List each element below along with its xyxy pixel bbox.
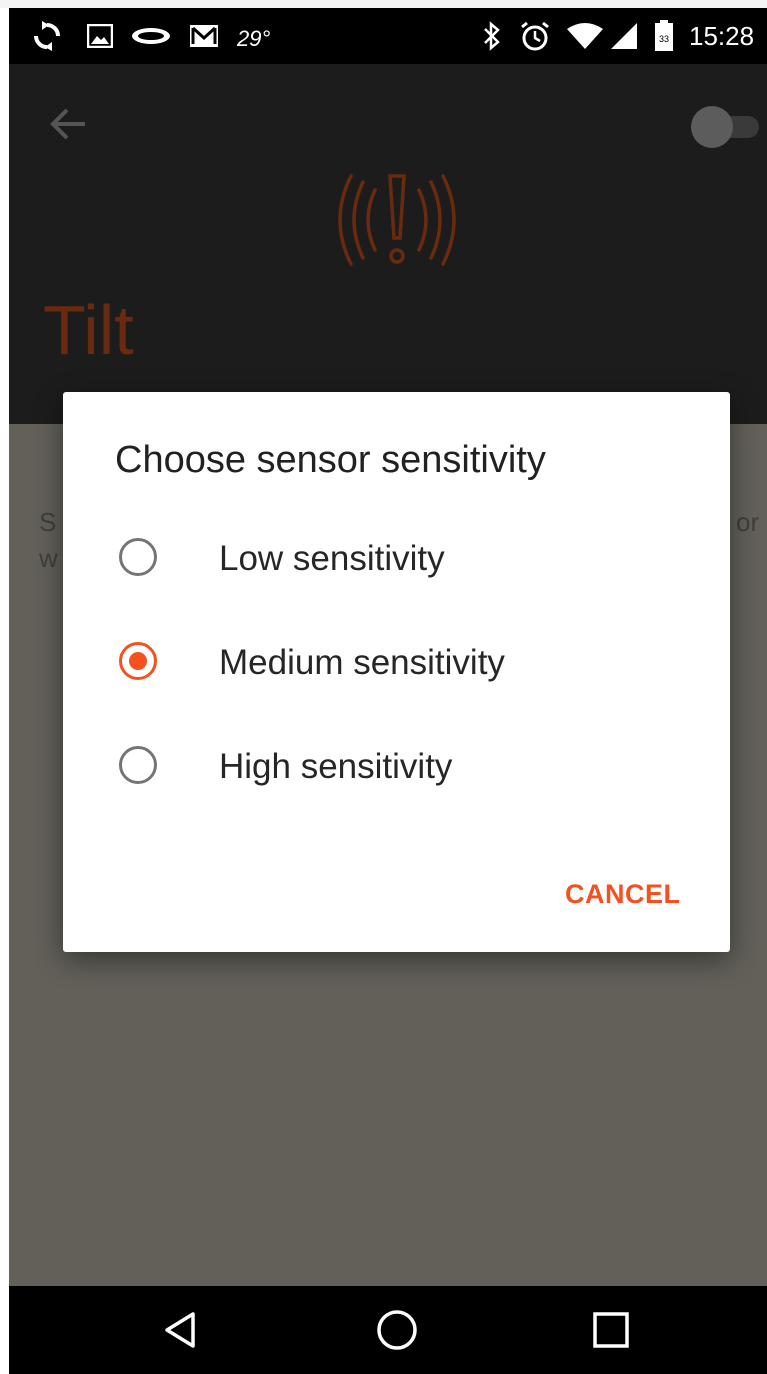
nav-back-icon[interactable] bbox=[157, 1306, 205, 1354]
carrier-logo-icon bbox=[129, 22, 173, 50]
radio-button-medium[interactable] bbox=[119, 642, 157, 680]
option-label-low: Low sensitivity bbox=[219, 539, 445, 578]
gmail-icon bbox=[187, 22, 221, 50]
toggle-knob bbox=[691, 106, 733, 148]
wifi-icon bbox=[565, 22, 605, 50]
signal-icon bbox=[607, 22, 641, 50]
app-header: Tilt bbox=[9, 64, 767, 424]
nav-recents-icon[interactable] bbox=[587, 1306, 635, 1354]
sync-icon bbox=[31, 21, 63, 51]
battery-level-text: 33 bbox=[659, 34, 669, 44]
background-text-fragment: or bbox=[736, 507, 760, 537]
radio-button-high[interactable] bbox=[119, 746, 157, 784]
temperature-text: 29° bbox=[237, 26, 271, 51]
page-title: Tilt bbox=[43, 291, 134, 369]
option-low-sensitivity[interactable]: Low sensitivity bbox=[63, 508, 730, 608]
radio-button-low[interactable] bbox=[119, 538, 157, 576]
nav-home-icon[interactable] bbox=[373, 1306, 421, 1354]
option-high-sensitivity[interactable]: High sensitivity bbox=[63, 716, 730, 816]
option-medium-sensitivity[interactable]: Medium sensitivity bbox=[63, 612, 730, 712]
dialog-title: Choose sensor sensitivity bbox=[115, 439, 546, 481]
cancel-button[interactable]: CANCEL bbox=[551, 866, 695, 922]
alarm-icon bbox=[517, 21, 553, 51]
gallery-icon bbox=[85, 22, 115, 50]
status-bar: 29° 33 15:28 bbox=[9, 8, 767, 64]
battery-icon: 33 bbox=[653, 20, 675, 51]
screen-top-border bbox=[0, 0, 767, 8]
option-label-medium: Medium sensitivity bbox=[219, 643, 505, 682]
enable-toggle[interactable] bbox=[691, 106, 761, 148]
back-arrow-icon[interactable] bbox=[47, 102, 91, 146]
sensitivity-dialog: Choose sensor sensitivity Low sensitivit… bbox=[63, 392, 730, 952]
tilt-alarm-icon bbox=[323, 172, 471, 270]
bluetooth-icon bbox=[479, 21, 505, 51]
option-label-high: High sensitivity bbox=[219, 747, 453, 786]
navigation-bar bbox=[9, 1286, 767, 1374]
clock-text: 15:28 bbox=[689, 21, 755, 51]
